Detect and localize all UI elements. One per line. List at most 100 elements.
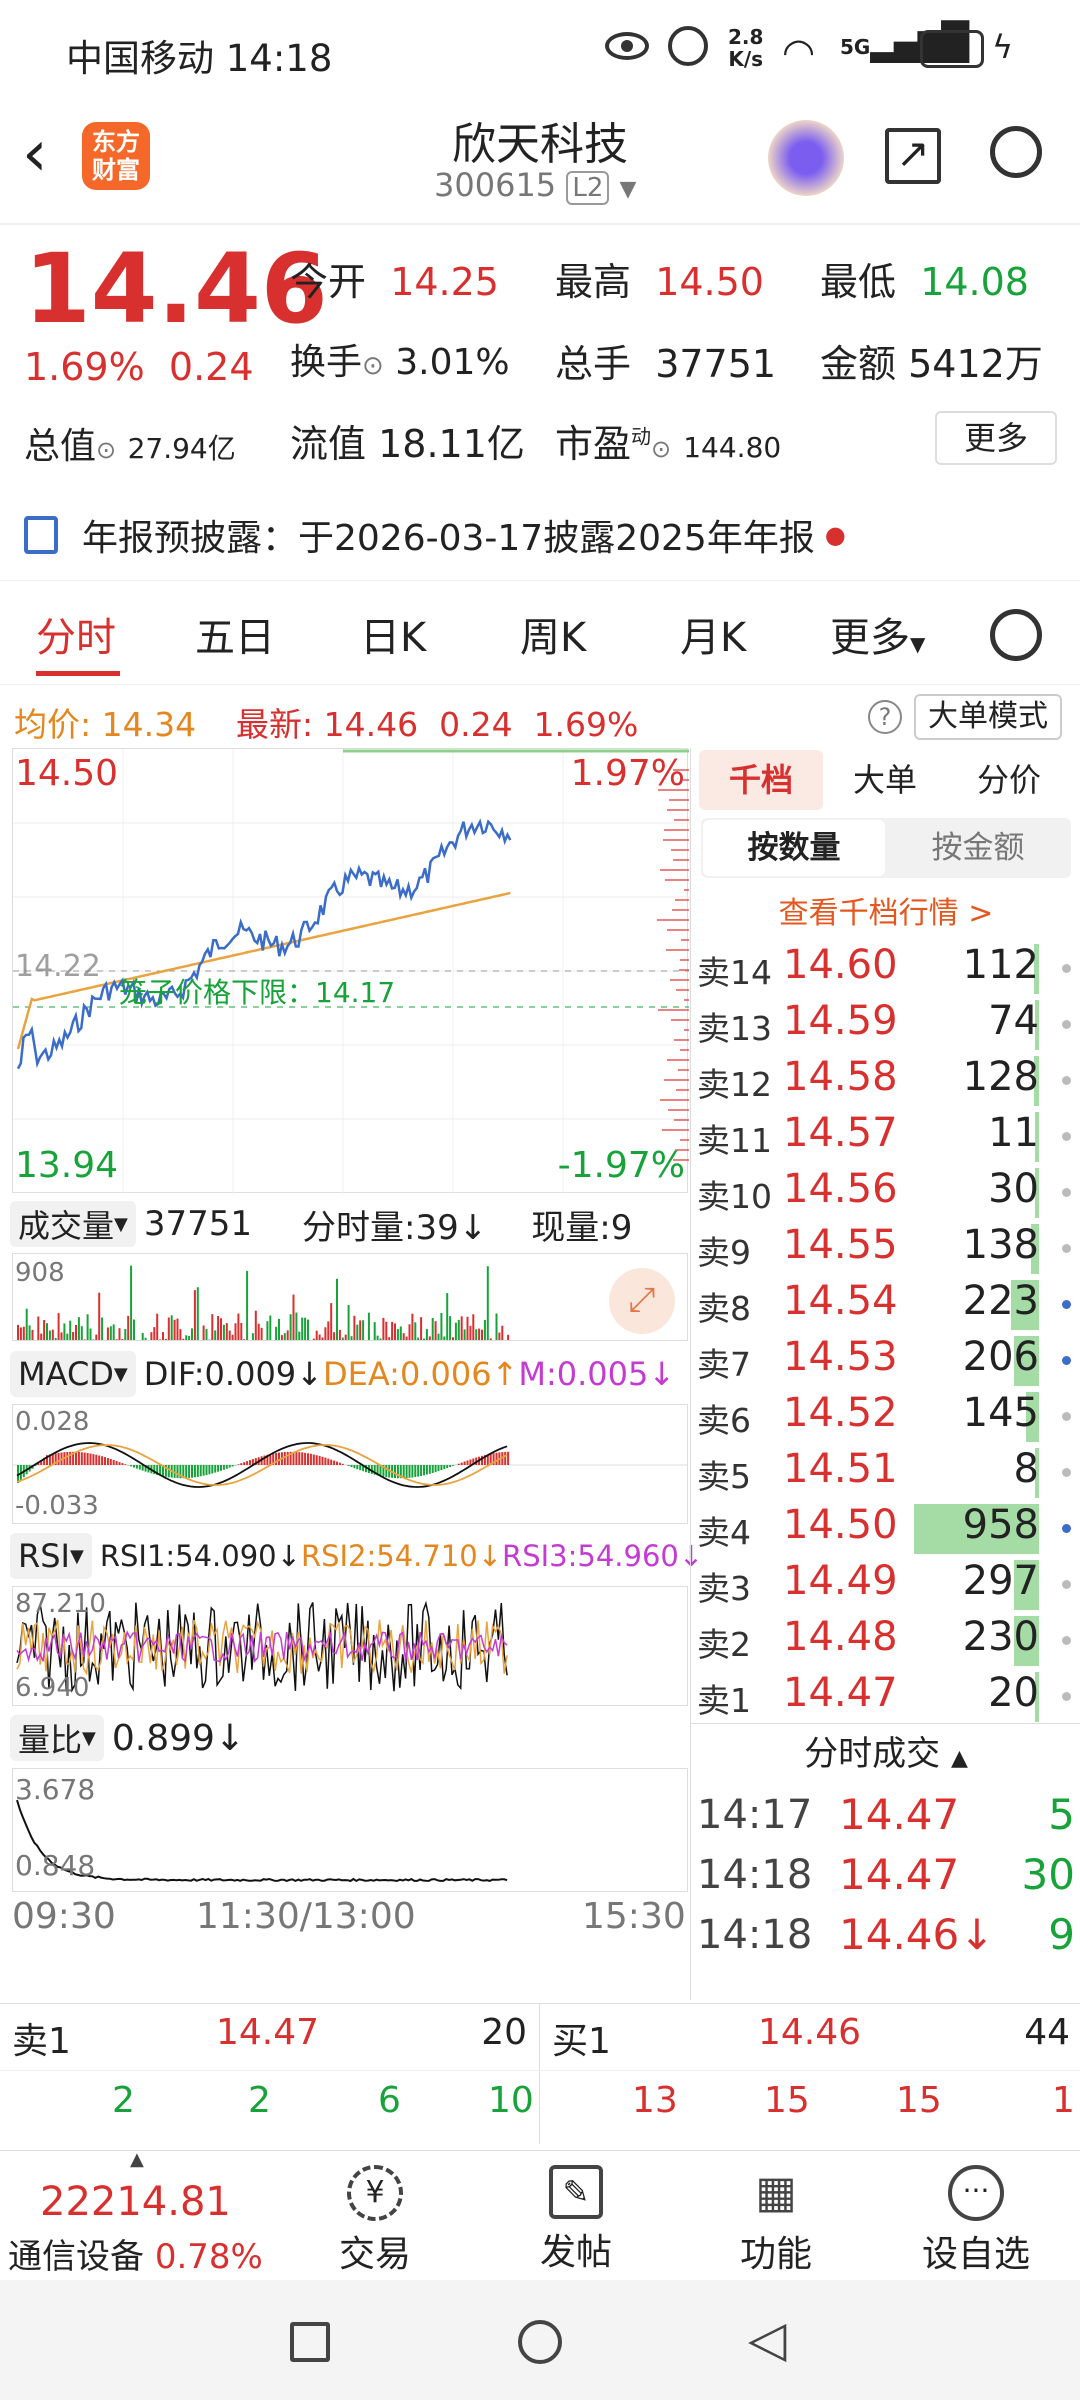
more-button[interactable]: 更多 xyxy=(935,411,1057,465)
bottom-toolbar: ▲ 22214.81 通信设备 0.78% ¥ 交易 ✎ 发帖 ▦ 功能 ···… xyxy=(0,2149,1080,2281)
macd-m: M:0.005↓ xyxy=(518,1355,676,1393)
macd-bar xyxy=(356,1465,359,1470)
add-favorite-button[interactable]: ··· 设自选 xyxy=(876,2151,1076,2281)
volume-bar xyxy=(159,1339,162,1340)
volume-bar xyxy=(469,1325,472,1340)
tab-monthly[interactable]: 月K xyxy=(680,605,746,663)
ticks-title[interactable]: 分时成交 ▲ xyxy=(691,1723,1080,1783)
home-icon[interactable] xyxy=(518,2320,562,2364)
robot-avatar-icon[interactable] xyxy=(768,120,844,196)
ask-dot xyxy=(1062,1300,1071,1309)
tab-daily[interactable]: 日K xyxy=(360,605,426,663)
ask-row[interactable]: 卖4 14.50 958 xyxy=(691,1500,1080,1557)
volume-bar xyxy=(443,1336,446,1340)
ask-row[interactable]: 卖8 14.54 223 xyxy=(691,1276,1080,1333)
ratio-chart[interactable]: 3.678 0.848 xyxy=(12,1768,688,1892)
tab-underline xyxy=(36,671,120,676)
ask-row[interactable]: 卖11 14.57 11 xyxy=(691,1108,1080,1165)
recents-icon[interactable] xyxy=(290,2322,330,2362)
volume-bar xyxy=(225,1323,228,1340)
volume-bar xyxy=(408,1324,411,1340)
macd-selector[interactable]: MACD ▼ xyxy=(10,1351,136,1397)
wifi-icon: ◠ xyxy=(782,30,816,74)
ask-row[interactable]: 卖1 14.47 20 xyxy=(691,1668,1080,1725)
volume-bar xyxy=(104,1340,106,1341)
more-circle-icon: ··· xyxy=(948,2165,1004,2221)
post-button[interactable]: ✎ 发帖 xyxy=(476,2151,676,2281)
ask-row[interactable]: 卖2 14.48 230 xyxy=(691,1612,1080,1669)
tab-weekly[interactable]: 周K xyxy=(520,605,586,663)
sell1-panel[interactable]: 卖1 14.47 20 2 2 6 10 xyxy=(0,2004,540,2144)
ask-row[interactable]: 卖3 14.49 297 xyxy=(691,1556,1080,1613)
back-nav-icon[interactable]: ◁ xyxy=(748,2310,786,2368)
macd-bar xyxy=(469,1459,472,1465)
macd-bar xyxy=(423,1465,425,1476)
tab-intraday[interactable]: 分时 xyxy=(36,605,116,663)
expand-icon[interactable]: ⤢ xyxy=(609,1268,675,1334)
volume-bar xyxy=(214,1330,217,1340)
ask-row[interactable]: 卖13 14.59 74 xyxy=(691,996,1080,1053)
tick-list: 14:17 14.47 5 14:18 14.47 30 14:18 14.46↓ … xyxy=(691,1788,1080,1968)
volume-bar xyxy=(350,1336,353,1340)
view-level-link[interactable]: 查看千档行情 > xyxy=(691,888,1080,932)
y-axis-bottom: 13.94 xyxy=(15,1145,119,1186)
share-icon[interactable]: ↗ xyxy=(885,128,941,184)
subtab-quantity[interactable]: 按数量 xyxy=(703,820,885,876)
volume-bar xyxy=(246,1270,249,1340)
ask-price: 14.58 xyxy=(783,1054,898,1100)
volume-bar xyxy=(72,1332,75,1340)
volume-bar xyxy=(188,1336,191,1340)
help-icon[interactable]: ? xyxy=(868,700,902,734)
depth-bar xyxy=(673,859,689,861)
function-button[interactable]: ▦ 功能 xyxy=(676,2151,876,2281)
depth-bar xyxy=(680,1049,689,1051)
tab-price-dist[interactable]: 分价 xyxy=(947,750,1071,810)
ask-row[interactable]: 卖9 14.55 138 xyxy=(691,1220,1080,1277)
tab-5day[interactable]: 五日 xyxy=(195,605,275,663)
subtab-amount[interactable]: 按金额 xyxy=(887,820,1069,876)
macd-chart[interactable]: 0.028 -0.033 xyxy=(12,1404,688,1524)
trade-button[interactable]: ¥ 交易 xyxy=(275,2151,475,2281)
ask-dot xyxy=(1062,1188,1071,1197)
ask-row[interactable]: 卖7 14.53 206 xyxy=(691,1332,1080,1389)
ratio-selector[interactable]: 量比 ▼ xyxy=(10,1715,104,1761)
volume-bar xyxy=(289,1314,292,1340)
volume-bar xyxy=(414,1322,417,1340)
ask-price: 14.48 xyxy=(783,1614,898,1660)
volume-selector[interactable]: 成交量 ▼ xyxy=(10,1201,136,1247)
ask-row[interactable]: 卖6 14.52 145 xyxy=(691,1388,1080,1445)
macd-bar xyxy=(202,1465,205,1476)
volume-bar xyxy=(324,1327,327,1340)
gear-icon[interactable] xyxy=(990,609,1042,661)
tab-big-order[interactable]: 大单 xyxy=(823,750,947,810)
volume-bar xyxy=(51,1329,54,1340)
sector-index[interactable]: ▲ 22214.81 通信设备 0.78% xyxy=(0,2149,290,2281)
volume-bar xyxy=(173,1319,176,1340)
volume-bar xyxy=(286,1330,289,1340)
ask-label: 卖6 xyxy=(697,1401,751,1440)
rsi-selector[interactable]: RSI ▼ xyxy=(10,1533,92,1579)
volume-bar xyxy=(301,1317,304,1340)
tab-more[interactable]: 更多▼ xyxy=(830,605,925,663)
macd-bar xyxy=(315,1455,318,1465)
tab-thousand-level[interactable]: 千档 xyxy=(699,750,823,810)
stock-code-row[interactable]: 300615 L2 ▼ xyxy=(434,166,636,205)
bigorder-mode-button[interactable]: 大单模式 xyxy=(914,694,1062,740)
volume-chart[interactable]: 908 ⤢ xyxy=(12,1253,688,1341)
ask-row[interactable]: 卖14 14.60 112 xyxy=(691,940,1080,997)
macd-bar xyxy=(106,1458,109,1465)
notice-banner[interactable]: 年报预披露：于2026-03-17披露2025年年报 ● xyxy=(24,507,1064,563)
volume-bar xyxy=(176,1318,179,1340)
rsi-chart[interactable]: 87.210 6.940 xyxy=(12,1586,688,1706)
volume-bar xyxy=(463,1329,466,1340)
ask-row[interactable]: 卖5 14.51 8 xyxy=(691,1444,1080,1501)
intraday-price-chart[interactable]: 14.50 1.97% 14.22 笼子价格下限：14.17 13.94 -1.… xyxy=(12,748,689,1194)
ask-row[interactable]: 卖12 14.58 128 xyxy=(691,1052,1080,1109)
ask-row[interactable]: 卖10 14.56 30 xyxy=(691,1164,1080,1221)
search-icon[interactable] xyxy=(990,126,1042,178)
volume-bar xyxy=(356,1324,359,1340)
header: ‹ 东方 财富 欣天科技 300615 L2 ▼ ↗ xyxy=(0,100,1080,225)
depth-bar xyxy=(674,1039,689,1041)
macd-bar xyxy=(121,1463,124,1465)
buy1-panel[interactable]: 买1 14.46 44 13 15 15 1 xyxy=(540,2004,1080,2144)
